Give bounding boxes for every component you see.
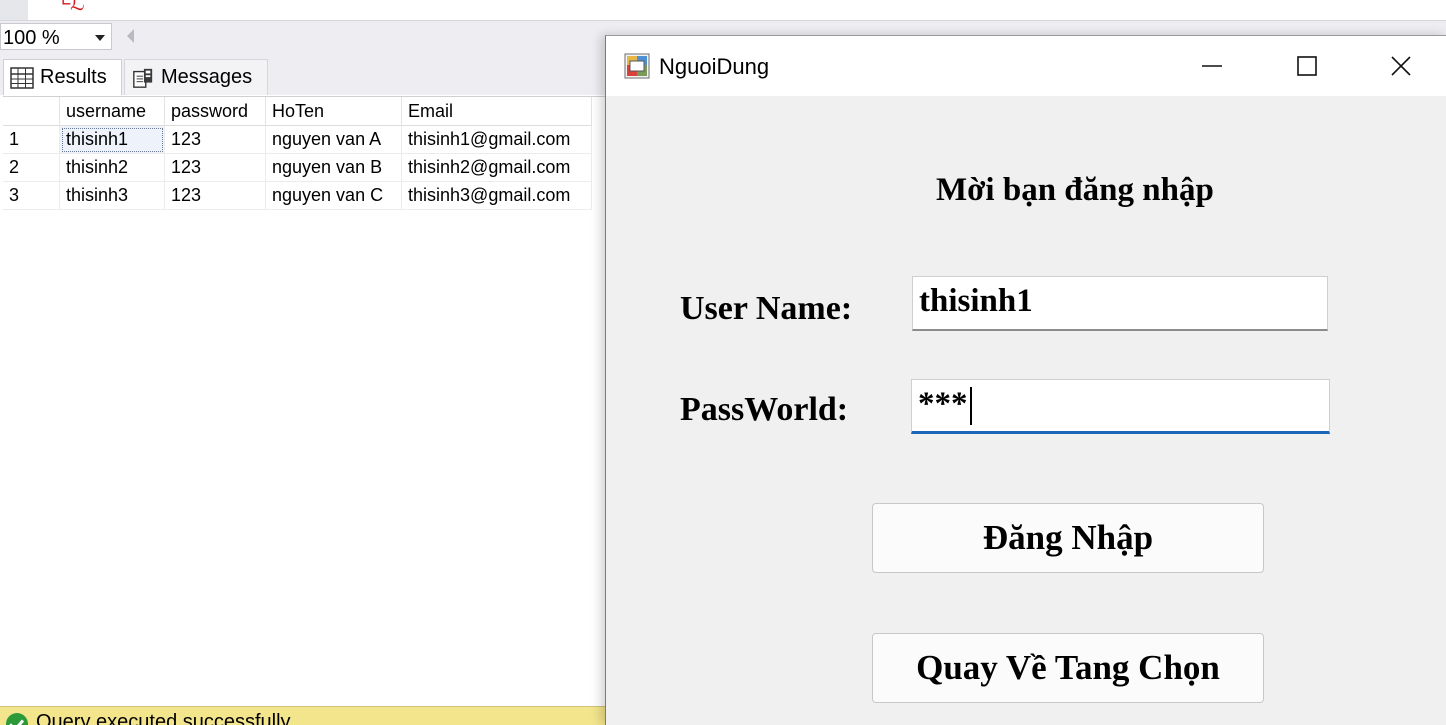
table-row[interactable]: 3 thisinh3 123 nguyen van C thisinh3@gma… (3, 181, 592, 210)
table-row[interactable]: 2 thisinh2 123 nguyen van B thisinh2@gma… (3, 153, 592, 182)
scroll-left-icon[interactable] (127, 29, 134, 43)
grid-icon (10, 66, 34, 89)
username-label: User Name: (680, 290, 853, 327)
grid-header-email[interactable]: Email (401, 97, 592, 126)
back-to-menu-button[interactable]: Quay Về Tang Chọn (872, 633, 1264, 703)
messages-icon (133, 68, 153, 88)
close-icon (1391, 56, 1411, 76)
cell-username[interactable]: thisinh2 (59, 153, 165, 182)
close-button[interactable] (1355, 36, 1446, 96)
editor-gutter (0, 0, 28, 20)
table-row[interactable]: 1 thisinh1 123 nguyen van A thisinh1@gma… (3, 125, 592, 154)
cell-password[interactable]: 123 (164, 181, 266, 210)
cell-hoten[interactable]: nguyen van A (265, 125, 402, 154)
chevron-down-icon[interactable] (95, 35, 105, 41)
grid-header-username[interactable]: username (59, 97, 165, 126)
tab-messages[interactable]: Messages (124, 59, 268, 95)
username-value: thisinh1 (919, 283, 1033, 319)
grid-header-row: username password HoTen Email (3, 97, 592, 126)
grid-header-rownum[interactable] (3, 97, 60, 126)
cell-hoten[interactable]: nguyen van C (265, 181, 402, 210)
row-number[interactable]: 1 (3, 125, 60, 154)
status-text: Query executed successfully. (36, 711, 295, 725)
text-caret (969, 387, 972, 426)
row-number[interactable]: 2 (3, 153, 60, 182)
password-value: *** (918, 386, 968, 422)
zoom-value: 100 % (3, 27, 60, 49)
results-grid-area: username password HoTen Email 1 thisinh1… (3, 96, 607, 697)
dialog-title: NguoiDung (659, 54, 770, 79)
tab-results[interactable]: Results (3, 59, 122, 95)
editor-squiggle-glyph: └ℒ (56, 0, 85, 15)
cell-hoten[interactable]: nguyen van B (265, 153, 402, 182)
cell-username[interactable]: thisinh1 (59, 125, 165, 154)
password-input[interactable]: *** (911, 379, 1330, 434)
cell-email[interactable]: thisinh1@gmail.com (401, 125, 592, 154)
cell-email[interactable]: thisinh2@gmail.com (401, 153, 592, 182)
dialog-titlebar[interactable]: NguoiDung (606, 36, 1446, 96)
maximize-icon (1297, 56, 1317, 76)
zoom-select[interactable]: 100 % (0, 23, 112, 50)
query-editor-strip: └ℒ (0, 0, 1446, 20)
login-dialog: NguoiDung Mời bạn đăng nhập User Name: t… (605, 35, 1446, 725)
cell-username[interactable]: thisinh3 (59, 181, 165, 210)
winforms-app-icon (624, 53, 650, 79)
results-grid: username password HoTen Email 1 thisinh1… (3, 97, 592, 210)
minimize-icon (1202, 65, 1222, 67)
row-number[interactable]: 3 (3, 181, 60, 210)
username-input[interactable]: thisinh1 (912, 276, 1328, 331)
login-button[interactable]: Đăng Nhập (872, 503, 1264, 573)
cell-password[interactable]: 123 (164, 153, 266, 182)
grid-header-password[interactable]: password (164, 97, 266, 126)
query-status-bar: Query executed successfully. (0, 706, 620, 725)
maximize-button[interactable] (1261, 36, 1353, 96)
cell-email[interactable]: thisinh3@gmail.com (401, 181, 592, 210)
tab-messages-label: Messages (161, 66, 253, 88)
success-check-icon (6, 713, 28, 725)
grid-header-hoten[interactable]: HoTen (265, 97, 402, 126)
tab-results-label: Results (40, 66, 107, 88)
cell-password[interactable]: 123 (164, 125, 266, 154)
minimize-button[interactable] (1166, 36, 1258, 96)
login-heading: Mời bạn đăng nhập (936, 172, 1214, 208)
password-label: PassWorld: (680, 391, 849, 428)
